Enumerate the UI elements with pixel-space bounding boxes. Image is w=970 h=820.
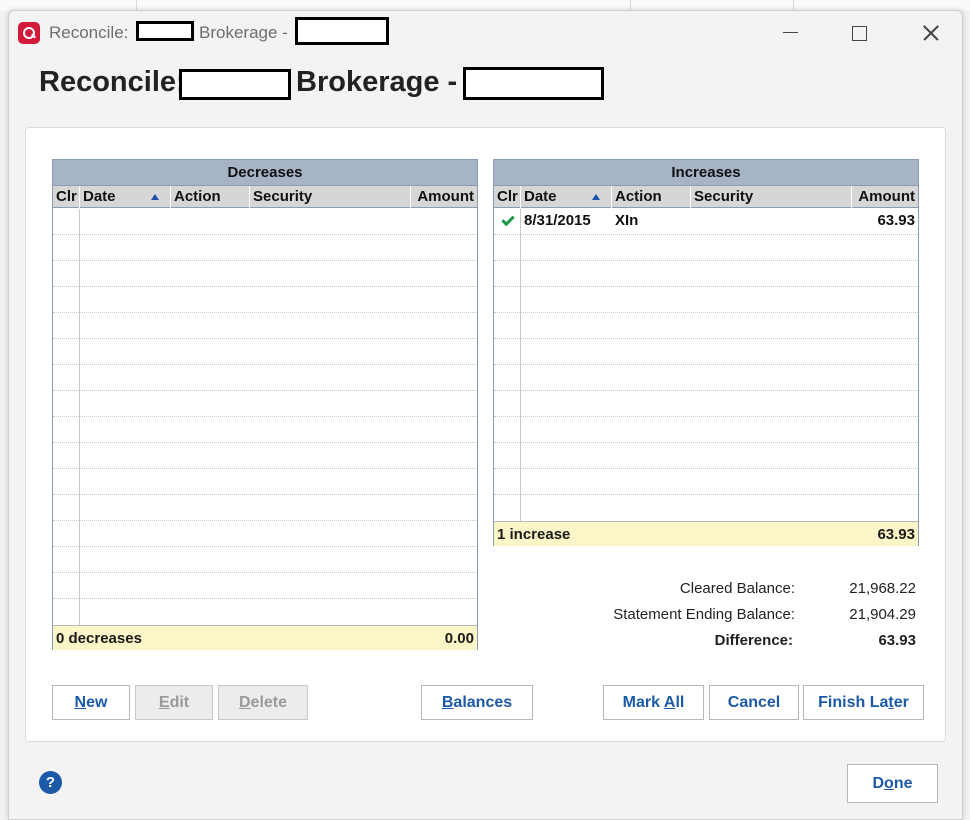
decreases-total: 0.00	[444, 630, 474, 647]
row-separator	[53, 598, 477, 599]
reconcile-window: Reconcile: Brokerage - Reconcile: Broker…	[8, 10, 963, 820]
increases-total: 63.93	[877, 526, 915, 543]
finish-later-button[interactable]: Finish Later	[803, 685, 924, 720]
column-header-action[interactable]: Action	[171, 186, 250, 208]
statement-ending-balance-label: Statement Ending Balance:	[613, 606, 795, 623]
row-separator	[53, 468, 477, 469]
column-header-security[interactable]: Security	[250, 186, 411, 208]
cancel-button[interactable]: Cancel	[709, 685, 799, 720]
done-button[interactable]: Done	[847, 764, 938, 803]
quicken-app-icon	[18, 22, 40, 44]
help-icon[interactable]: ?	[39, 771, 62, 794]
row-separator	[494, 442, 918, 443]
row-separator	[53, 260, 477, 261]
cleared-check-icon[interactable]	[501, 212, 515, 227]
row-action: XIn	[615, 212, 639, 229]
row-separator	[494, 390, 918, 391]
sort-ascending-icon	[592, 194, 600, 200]
column-header-clr[interactable]: Clr	[494, 186, 521, 208]
row-separator	[494, 260, 918, 261]
row-separator	[494, 364, 918, 365]
delete-button[interactable]: Delete	[218, 685, 308, 720]
column-header-action[interactable]: Action	[612, 186, 691, 208]
row-separator	[53, 364, 477, 365]
minimize-icon[interactable]	[769, 19, 809, 47]
row-separator	[494, 494, 918, 495]
maximize-icon[interactable]	[838, 19, 878, 47]
row-separator	[53, 416, 477, 417]
balances-button[interactable]: Balances	[421, 685, 533, 720]
row-separator	[53, 312, 477, 313]
title-bar[interactable]: Reconcile: Brokerage -	[9, 11, 962, 53]
row-separator	[53, 338, 477, 339]
increases-column-header: Clr Date Action Security Amount	[494, 186, 918, 208]
row-separator	[494, 286, 918, 287]
page-title-middle: Brokerage -	[296, 66, 458, 98]
increases-title: Increases	[494, 160, 918, 186]
column-header-amount[interactable]: Amount	[411, 186, 477, 208]
cleared-balance-label: Cleared Balance:	[679, 580, 795, 597]
redacted-heading-account-number	[463, 67, 604, 100]
window-title-prefix: Reconcile:	[49, 23, 129, 42]
row-separator	[494, 338, 918, 339]
column-header-amount[interactable]: Amount	[852, 186, 918, 208]
row-date: 8/31/2015	[524, 212, 591, 229]
cleared-balance-value: 21,968.22	[849, 580, 916, 597]
difference-value: 63.93	[878, 632, 916, 649]
row-separator	[53, 234, 477, 235]
column-header-security[interactable]: Security	[691, 186, 852, 208]
row-separator	[53, 442, 477, 443]
row-separator	[494, 468, 918, 469]
window-title-middle: Brokerage -	[199, 23, 288, 42]
page-title-prefix: Reconcile:	[39, 66, 186, 98]
increases-register: Increases Clr Date Action Security Amoun…	[493, 159, 919, 546]
row-separator	[53, 286, 477, 287]
row-separator	[53, 546, 477, 547]
decreases-footer: 0 decreases 0.00	[53, 625, 477, 650]
row-amount: 63.93	[877, 212, 915, 229]
sort-ascending-icon	[151, 194, 159, 200]
row-separator	[53, 390, 477, 391]
edit-button[interactable]: Edit	[135, 685, 213, 720]
difference-label: Difference:	[714, 632, 793, 649]
redacted-account-name	[136, 21, 194, 41]
decreases-register: Decreases Clr Date Action Security Amoun…	[52, 159, 478, 650]
row-separator	[53, 572, 477, 573]
row-separator	[53, 494, 477, 495]
new-button[interactable]: New	[52, 685, 130, 720]
row-separator	[494, 312, 918, 313]
background-window-edge	[0, 0, 970, 10]
decreases-column-header: Clr Date Action Security Amount	[53, 186, 477, 208]
column-header-clr[interactable]: Clr	[53, 186, 80, 208]
mark-all-button[interactable]: Mark All	[603, 685, 704, 720]
decreases-title: Decreases	[53, 160, 477, 186]
increases-footer: 1 increase 63.93	[494, 521, 918, 546]
reconcile-panel: Decreases Clr Date Action Security Amoun…	[25, 127, 946, 742]
table-row[interactable]: 8/31/2015 XIn 63.93	[494, 209, 918, 235]
row-separator	[53, 520, 477, 521]
increases-count: 1 increase	[497, 526, 571, 543]
redacted-heading-account-name	[179, 69, 291, 100]
statement-ending-balance-value: 21,904.29	[849, 606, 916, 623]
redacted-account-number	[295, 17, 389, 45]
close-icon[interactable]	[910, 19, 950, 47]
row-separator	[494, 416, 918, 417]
decreases-count: 0 decreases	[56, 630, 142, 647]
